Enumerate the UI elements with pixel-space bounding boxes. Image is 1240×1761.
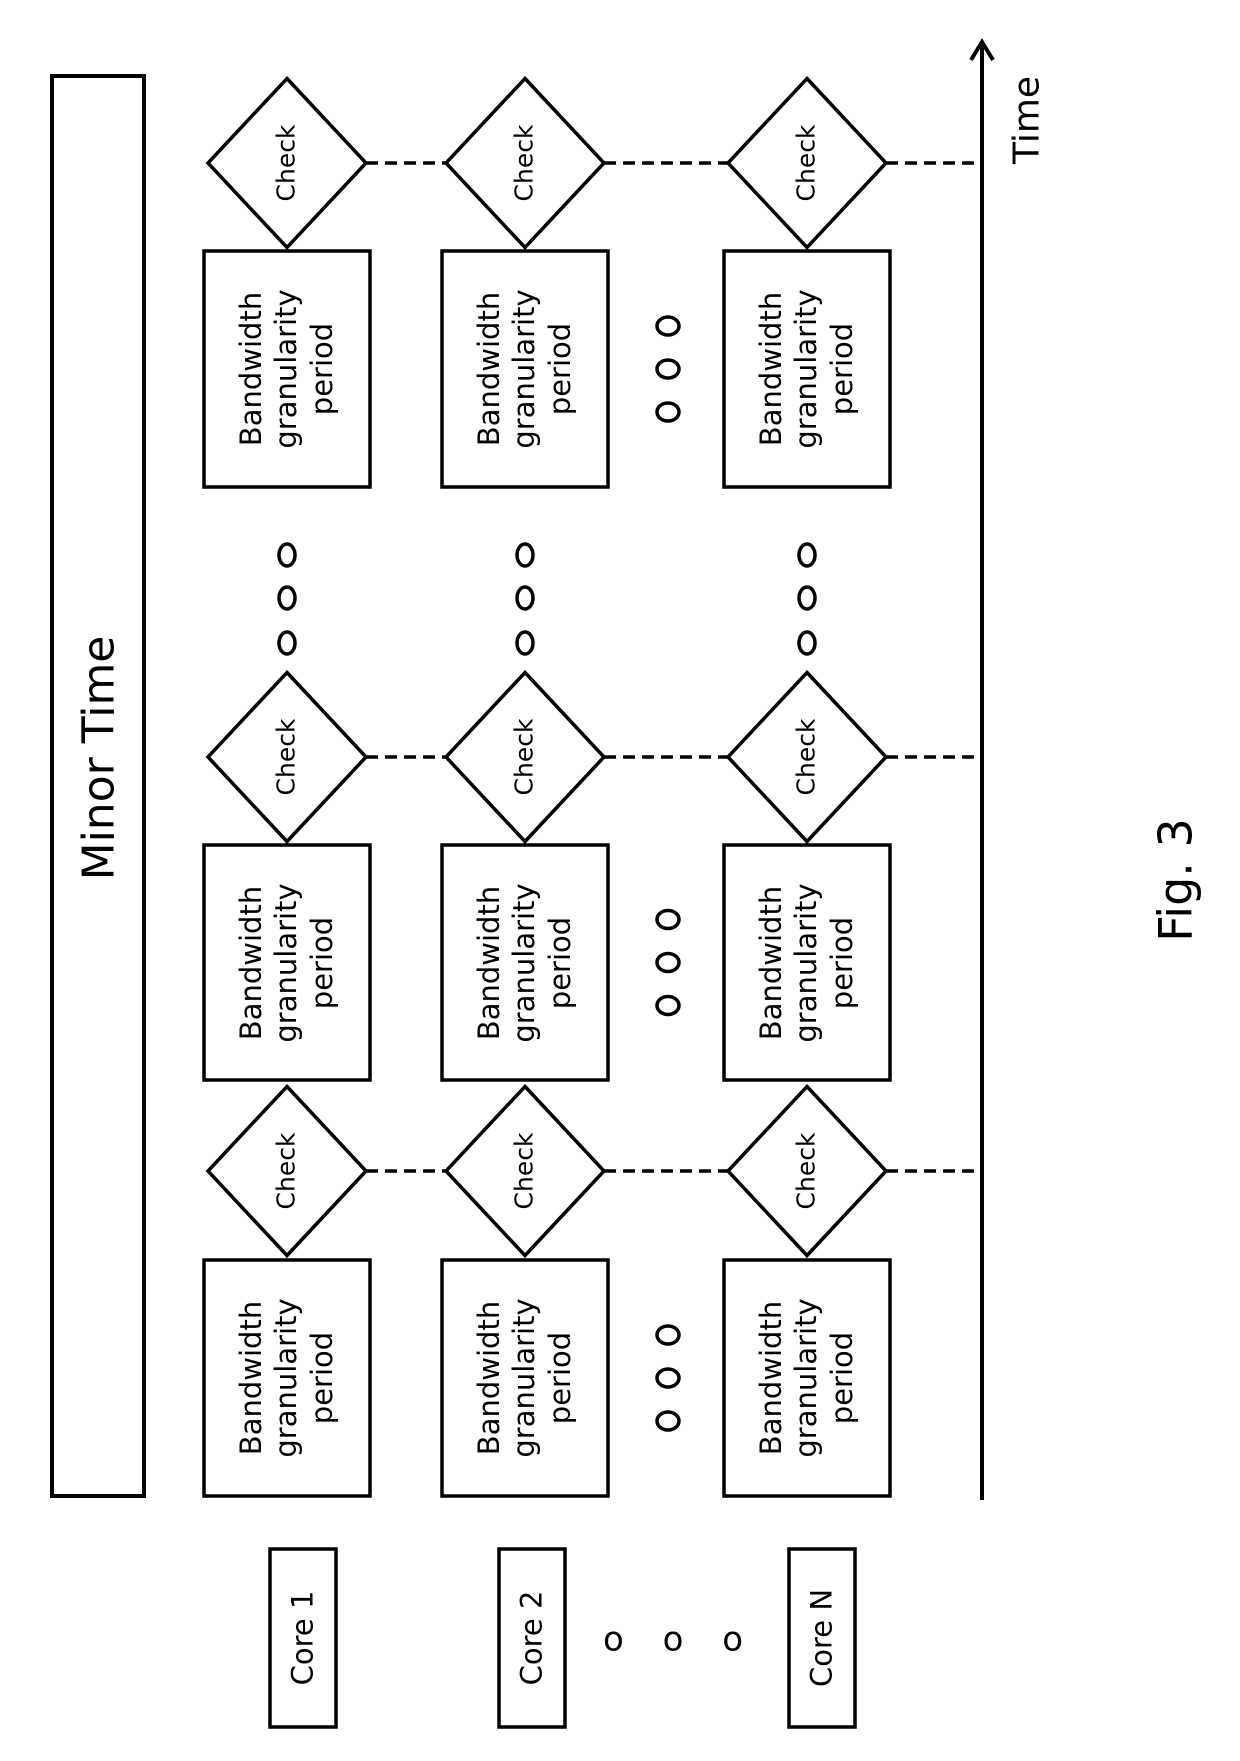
bandwidth-granularity-period-label: Bandwidth granularity period <box>471 1298 577 1458</box>
core-1-label: Core 1 <box>285 1590 320 1686</box>
core-ellipsis: o o o <box>602 1619 758 1660</box>
period-ellipsis-dot <box>515 585 535 611</box>
period-ellipsis-dot <box>797 542 817 568</box>
core-row-ellipsis-dot <box>655 1410 681 1432</box>
bandwidth-granularity-period-label: Bandwidth granularity period <box>753 289 859 449</box>
check-label: Check <box>271 124 301 202</box>
core-row-ellipsis-dot <box>655 908 681 931</box>
core-row-ellipsis-dot <box>655 1367 681 1389</box>
core-row-ellipsis-dot <box>655 315 681 337</box>
check-label: Check <box>791 718 821 796</box>
core-row-ellipsis-dot <box>655 1324 681 1346</box>
period-ellipsis-dot <box>277 630 297 656</box>
check-label: Check <box>791 124 821 202</box>
period-ellipsis-dot <box>277 585 297 611</box>
bandwidth-granularity-period-label: Bandwidth granularity period <box>471 289 577 449</box>
core-n-label: Core N <box>804 1588 839 1688</box>
check-label: Check <box>509 1132 539 1210</box>
bandwidth-granularity-period-label: Bandwidth granularity period <box>753 882 859 1043</box>
period-ellipsis-dot <box>515 542 535 568</box>
core-row-ellipsis-dot <box>655 358 681 380</box>
period-ellipsis-dot <box>797 585 817 611</box>
period-ellipsis-dot <box>797 630 817 656</box>
bandwidth-granularity-period-label: Bandwidth granularity period <box>471 882 577 1043</box>
period-ellipsis-dot <box>515 630 535 656</box>
period-ellipsis-dot <box>277 542 297 568</box>
bandwidth-granularity-period-label: Bandwidth granularity period <box>233 1298 339 1458</box>
figure-label: Fig. 3 <box>1148 818 1203 942</box>
bandwidth-granularity-period-label: Bandwidth granularity period <box>233 882 339 1043</box>
check-label: Check <box>271 1132 301 1210</box>
check-label: Check <box>509 124 539 202</box>
bandwidth-granularity-period-label: Bandwidth granularity period <box>753 1298 859 1458</box>
check-label: Check <box>271 718 301 796</box>
core-row-ellipsis-dot <box>655 951 681 974</box>
minor-time-label: Minor Time <box>73 635 125 881</box>
bandwidth-granularity-period-label: Bandwidth granularity period <box>233 289 339 449</box>
time-axis-label: Time <box>1006 75 1048 165</box>
core-2-label: Core 2 <box>514 1590 549 1686</box>
check-label: Check <box>509 718 539 796</box>
check-label: Check <box>791 1132 821 1210</box>
core-row-ellipsis-dot <box>655 994 681 1017</box>
core-row-ellipsis-dot <box>655 401 681 423</box>
timing-diagram <box>50 38 995 1729</box>
